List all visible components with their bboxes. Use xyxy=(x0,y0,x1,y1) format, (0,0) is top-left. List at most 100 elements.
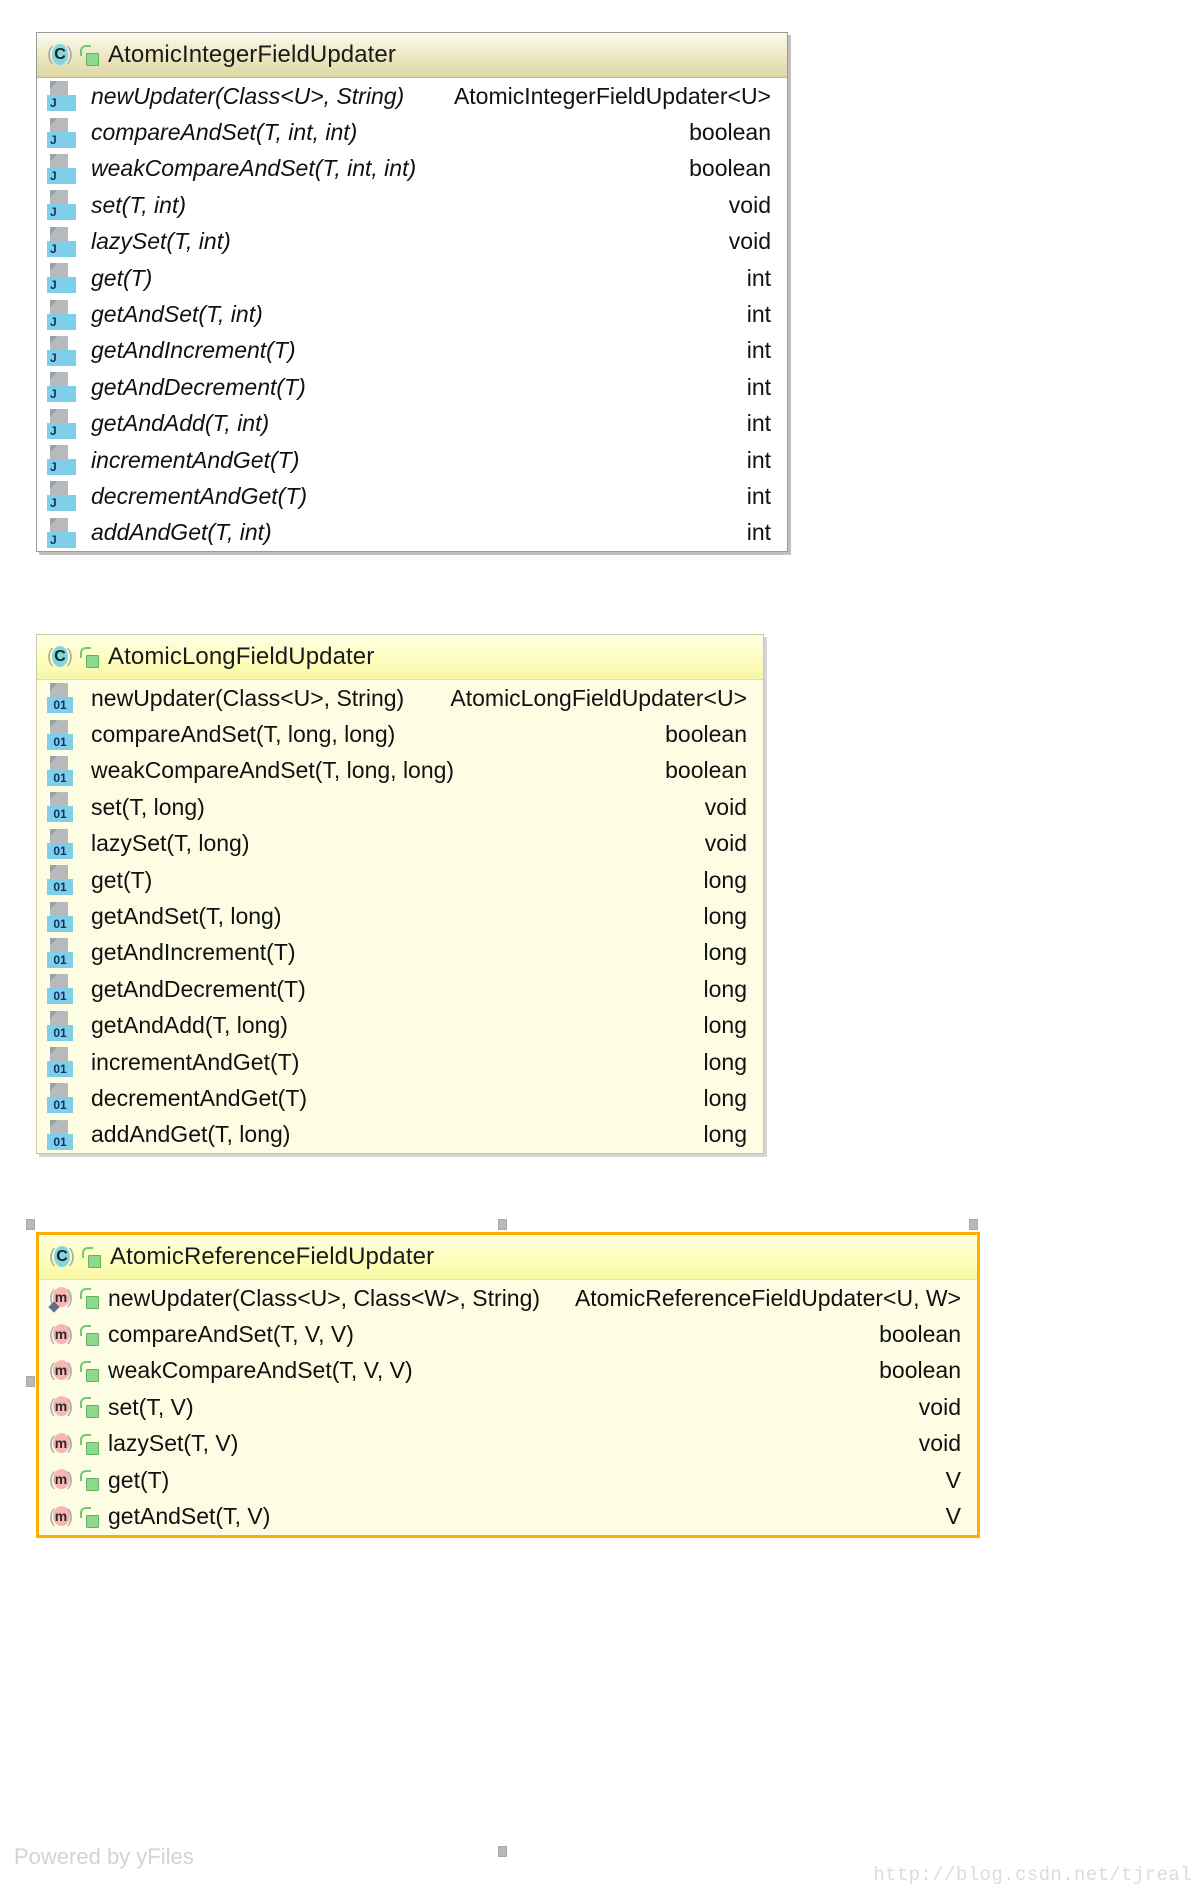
member-row[interactable]: 01 getAndDecrement(T) long xyxy=(37,971,763,1007)
member-signature: decrementAndGet(T) xyxy=(91,482,308,509)
document-badge: 01 xyxy=(47,1097,73,1114)
class-header[interactable]: ( C ) AtomicIntegerFieldUpdater xyxy=(37,33,787,78)
java-document-icon: 01 xyxy=(47,865,75,896)
member-signature: set(T, V) xyxy=(108,1393,194,1420)
java-document-icon: 01 xyxy=(47,755,75,786)
class-box-atomicintegerfieldupdater[interactable]: ( C ) AtomicIntegerFieldUpdater JnewUpda… xyxy=(36,32,788,553)
member-signature: getAndDecrement(T) xyxy=(91,373,306,400)
member-row[interactable]: 01 decrementAndGet(T) long xyxy=(37,1080,763,1116)
class-header[interactable]: ( C ) AtomicReferenceFieldUpdater xyxy=(39,1235,977,1280)
java-document-icon: J xyxy=(47,153,76,184)
member-row[interactable]: JgetAndDecrement(T) int xyxy=(37,369,787,405)
document-badge: J xyxy=(47,277,76,294)
member-row[interactable]: JgetAndIncrement(T) int xyxy=(37,333,787,369)
class-name: AtomicReferenceFieldUpdater xyxy=(110,1243,435,1270)
member-row[interactable]: 01 get(T) long xyxy=(37,862,763,898)
member-row[interactable]: JincrementAndGet(T) int xyxy=(37,442,787,478)
member-row[interactable]: Jget(T) int xyxy=(37,260,787,296)
class-box-atomiclongfieldupdater[interactable]: ( C ) AtomicLongFieldUpdater 01 newUpdate… xyxy=(36,634,764,1155)
member-signature: weakCompareAndSet(T, V, V) xyxy=(108,1357,413,1384)
member-return-type: boolean xyxy=(689,155,771,182)
member-row[interactable]: 01 getAndSet(T, long) long xyxy=(37,898,763,934)
java-document-icon: J xyxy=(47,481,76,512)
selection-handle-middle-left[interactable] xyxy=(26,1376,35,1387)
member-row[interactable]: JweakCompareAndSet(T, int, int) boolean xyxy=(37,151,787,187)
class-header[interactable]: ( C ) AtomicLongFieldUpdater xyxy=(37,635,763,680)
java-document-icon: 01 xyxy=(47,828,75,859)
member-row[interactable]: JlazySet(T, int) void xyxy=(37,224,787,260)
unlocked-padlock-icon xyxy=(80,1324,99,1346)
java-document-icon: 01 xyxy=(47,974,75,1005)
document-badge: J xyxy=(47,531,76,548)
document-fold-shadow xyxy=(50,335,58,344)
member-return-type: long xyxy=(703,1121,747,1148)
method-icon-paren-right: ) xyxy=(67,1469,73,1490)
member-row[interactable]: JgetAndAdd(T, int) int xyxy=(37,406,787,442)
document-fold-shadow xyxy=(50,153,58,162)
document-badge: 01 xyxy=(47,915,73,932)
member-row[interactable]: (m) getAndSet(T, V) V xyxy=(39,1498,977,1534)
member-signature: get(T) xyxy=(91,264,153,291)
member-return-type: boolean xyxy=(879,1321,961,1348)
member-row[interactable]: (m) set(T, V) void xyxy=(39,1389,977,1425)
class-name: AtomicLongFieldUpdater xyxy=(108,643,375,670)
padlock-body xyxy=(88,1255,101,1268)
member-return-type: void xyxy=(918,1430,961,1457)
member-signature: incrementAndGet(T) xyxy=(91,1048,300,1075)
class-icon: ( C ) xyxy=(47,42,73,68)
member-return-type: void xyxy=(704,793,747,820)
class-box-atomicreferencefieldupdater[interactable]: ( C ) AtomicReferenceFieldUpdater (m) new… xyxy=(36,1232,980,1538)
document-badge: J xyxy=(47,422,76,439)
document-badge: J xyxy=(47,495,76,512)
member-signature: lazySet(T, int) xyxy=(91,228,231,255)
member-row[interactable]: 01 newUpdater(Class<U>, String) AtomicLong… xyxy=(37,680,763,716)
member-row[interactable]: 01 incrementAndGet(T) long xyxy=(37,1044,763,1080)
member-row[interactable]: 01 lazySet(T, long) void xyxy=(37,826,763,862)
java-document-icon: 01 xyxy=(47,1119,75,1150)
selection-handle-top-center[interactable] xyxy=(498,1219,507,1230)
member-row[interactable]: (m) weakCompareAndSet(T, V, V) boolean xyxy=(39,1353,977,1389)
member-return-type: boolean xyxy=(665,721,747,748)
member-row[interactable]: JgetAndSet(T, int) int xyxy=(37,296,787,332)
document-badge: 01 xyxy=(47,769,73,786)
java-document-icon: 01 xyxy=(47,1083,75,1114)
member-row[interactable]: JdecrementAndGet(T) int xyxy=(37,478,787,514)
unlocked-padlock-icon xyxy=(80,1433,99,1455)
member-signature: getAndDecrement(T) xyxy=(91,975,306,1002)
selection-handle-top-right[interactable] xyxy=(969,1219,978,1230)
member-row[interactable]: 01 set(T, long) void xyxy=(37,789,763,825)
member-list: 01 newUpdater(Class<U>, String) AtomicLong… xyxy=(37,680,763,1153)
member-row[interactable]: 01 weakCompareAndSet(T, long, long) boolea… xyxy=(37,753,763,789)
member-signature: get(T) xyxy=(91,866,153,893)
selection-handle-bottom-center[interactable] xyxy=(498,1846,507,1857)
member-signature: set(T, long) xyxy=(91,793,205,820)
member-row[interactable]: 01 compareAndSet(T, long, long) boolean xyxy=(37,716,763,752)
java-document-icon: 01 xyxy=(47,683,75,714)
unlocked-padlock-icon xyxy=(80,1469,99,1492)
document-fold-shadow xyxy=(50,81,58,90)
member-signature: getAndSet(T, long) xyxy=(91,903,282,930)
class-icon-paren-right: ) xyxy=(66,646,73,667)
member-return-type: int xyxy=(746,264,771,291)
member-row[interactable]: (m) compareAndSet(T, V, V) boolean xyxy=(39,1316,977,1352)
member-row[interactable]: JnewUpdater(Class<U>, String) AtomicInteg… xyxy=(37,78,787,114)
member-row[interactable]: (m) lazySet(T, V) void xyxy=(39,1426,977,1462)
unlocked-padlock-icon xyxy=(80,1287,99,1310)
member-row[interactable]: JcompareAndSet(T, int, int) boolean xyxy=(37,114,787,150)
document-fold-shadow xyxy=(50,190,58,199)
member-row[interactable]: Jset(T, int) void xyxy=(37,187,787,223)
member-return-type: long xyxy=(703,903,747,930)
member-list: (m) newUpdater(Class<U>, Class<W>, String… xyxy=(39,1280,977,1535)
member-row[interactable]: 01 addAndGet(T, long) long xyxy=(37,1117,763,1153)
selection-handle-top-left[interactable] xyxy=(26,1219,35,1230)
member-return-type: int xyxy=(746,519,771,546)
member-row[interactable]: 01 getAndIncrement(T) long xyxy=(37,935,763,971)
member-row[interactable]: (m) newUpdater(Class<U>, Class<W>, String… xyxy=(39,1280,977,1316)
method-icon: (m) xyxy=(49,1322,73,1348)
member-row[interactable]: JaddAndGet(T, int) int xyxy=(37,515,787,551)
member-row[interactable]: 01 getAndAdd(T, long) long xyxy=(37,1008,763,1044)
java-document-icon: J xyxy=(47,81,76,112)
document-fold-shadow xyxy=(50,117,58,126)
member-row[interactable]: (m) get(T) V xyxy=(39,1462,977,1498)
padlock-body xyxy=(86,53,99,66)
